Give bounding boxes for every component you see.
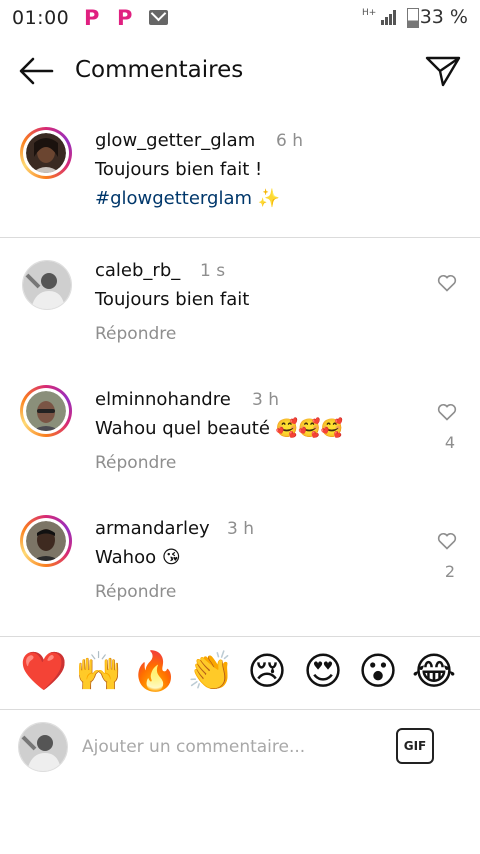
app-notification-icon: P: [117, 6, 133, 30]
heart-outline-icon[interactable]: [437, 274, 457, 292]
status-bar: 01:00 P P H+ 33 %: [0, 0, 480, 36]
comment-input-row: GIF: [0, 712, 480, 782]
comment-username[interactable]: caleb_rb_: [95, 260, 180, 281]
caption-hashtag[interactable]: #glowgetterglam ✨: [95, 188, 280, 209]
avatar[interactable]: [20, 385, 72, 437]
comment-text: Wahou quel beauté 🥰🥰🥰: [95, 418, 343, 439]
comment-username[interactable]: elminnohandre: [95, 389, 231, 410]
emoji-laughing-button[interactable]: 😂: [410, 646, 458, 696]
network-type-icon: H+: [362, 8, 377, 18]
divider: [0, 709, 480, 710]
heart-outline-icon[interactable]: [437, 403, 457, 421]
comment-time: 3 h: [252, 390, 279, 410]
reply-button[interactable]: Répondre: [95, 582, 176, 602]
like-count: 4: [444, 433, 456, 452]
page-title: Commentaires: [75, 57, 244, 83]
comment-time: 1 s: [200, 261, 226, 281]
paper-plane-icon[interactable]: [424, 54, 462, 88]
gif-button[interactable]: GIF: [396, 728, 434, 764]
header: Commentaires: [0, 44, 480, 100]
reply-button[interactable]: Répondre: [95, 324, 176, 344]
reply-button[interactable]: Répondre: [95, 453, 176, 473]
comment-username[interactable]: armandarley: [95, 518, 210, 539]
like-count: 2: [444, 562, 456, 581]
comment-text: Wahoo 😘: [95, 547, 181, 568]
battery-icon: [407, 8, 419, 28]
user-photo: [19, 723, 67, 771]
mail-icon: [149, 10, 168, 25]
divider: [0, 636, 480, 637]
comment-input[interactable]: [82, 734, 382, 760]
emoji-raising-hands-button[interactable]: 🙌: [75, 646, 123, 696]
caption-text: Toujours bien fait !: [95, 159, 263, 180]
user-photo: [23, 261, 71, 309]
comment-time: 3 h: [227, 519, 254, 539]
user-photo: [26, 133, 66, 173]
heart-outline-icon[interactable]: [437, 532, 457, 550]
avatar[interactable]: [22, 260, 72, 310]
battery-percent: 33 %: [419, 6, 468, 28]
arrow-left-icon[interactable]: [18, 56, 54, 86]
avatar: [18, 722, 68, 772]
user-photo: [26, 391, 66, 431]
caption-time: 6 h: [276, 131, 303, 151]
avatar[interactable]: [20, 127, 72, 179]
avatar[interactable]: [20, 515, 72, 567]
status-time: 01:00: [12, 7, 70, 29]
comment-text: Toujours bien fait: [95, 289, 250, 310]
emoji-crying-button[interactable]: 😢: [243, 646, 291, 696]
caption-username[interactable]: glow_getter_glam: [95, 130, 255, 151]
emoji-heart-eyes-button[interactable]: 😍: [299, 646, 347, 696]
emoji-heart-button[interactable]: ❤️: [20, 646, 68, 696]
emoji-fire-button[interactable]: 🔥: [131, 646, 179, 696]
user-photo: [26, 521, 66, 561]
divider: [0, 237, 480, 238]
emoji-bar: ❤️ 🙌 🔥 👏 😢 😍 😮 😂: [0, 646, 480, 704]
signal-icon: [381, 10, 398, 25]
emoji-clapping-button[interactable]: 👏: [187, 646, 235, 696]
app-notification-icon: P: [84, 6, 100, 30]
emoji-surprised-button[interactable]: 😮: [354, 646, 402, 696]
